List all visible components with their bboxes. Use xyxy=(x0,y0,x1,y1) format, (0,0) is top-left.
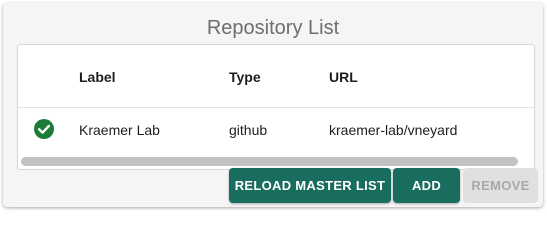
check-circle-icon xyxy=(34,119,54,139)
column-header-url: URL xyxy=(329,69,358,85)
column-header-label: Label xyxy=(79,69,116,85)
repository-list-panel: Repository List Label Type URL Kraemer L… xyxy=(3,3,543,207)
reload-master-list-button[interactable]: RELOAD MASTER LIST xyxy=(229,168,391,203)
table-row[interactable]: Kraemer Lab github kraemer-lab/vneyard xyxy=(18,108,534,152)
row-type: github xyxy=(229,122,268,138)
remove-button[interactable]: REMOVE xyxy=(463,168,538,203)
add-button[interactable]: ADD xyxy=(393,168,460,203)
horizontal-scrollbar[interactable] xyxy=(21,157,518,166)
column-header-type: Type xyxy=(229,69,261,85)
row-label: Kraemer Lab xyxy=(79,122,160,138)
table-header: Label Type URL xyxy=(18,45,534,108)
repository-table: Label Type URL Kraemer Lab github kraeme… xyxy=(17,44,535,170)
row-url: kraemer-lab/vneyard xyxy=(329,122,458,138)
panel-title: Repository List xyxy=(206,17,340,39)
